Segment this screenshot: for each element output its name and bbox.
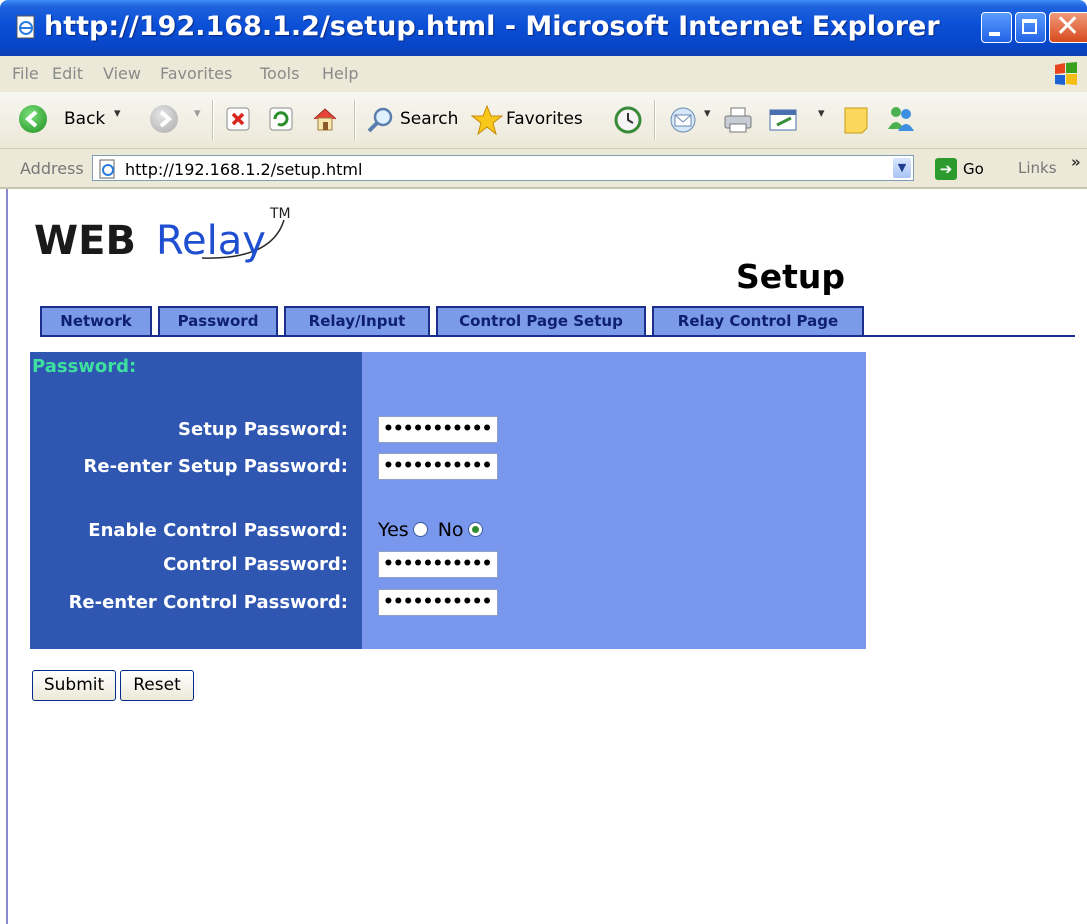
window-title: http://192.168.1.2/setup.html - Microsof… xyxy=(44,11,940,42)
go-label: Go xyxy=(963,160,984,178)
forward-dropdown-icon[interactable]: ▾ xyxy=(194,106,201,121)
history-icon[interactable] xyxy=(613,105,643,135)
enable-control-password-label: Enable Control Password: xyxy=(88,520,348,541)
back-button[interactable]: Back xyxy=(64,109,105,129)
close-button[interactable]: ✕ xyxy=(1049,9,1087,44)
forward-arrow-icon[interactable] xyxy=(150,105,178,133)
ie-page-icon xyxy=(16,15,35,39)
logo-relay-text: Relay xyxy=(156,218,266,264)
favorites-button[interactable]: Favorites xyxy=(506,109,583,129)
tab-relay-input[interactable]: Relay/Input xyxy=(284,306,430,336)
tab-control-page-setup[interactable]: Control Page Setup xyxy=(436,306,646,336)
yes-label: Yes xyxy=(378,519,409,541)
logo-web-text: WEB xyxy=(34,218,136,264)
minimize-button[interactable] xyxy=(981,12,1012,43)
page-content: WEB Relay TM Setup Network Password Rela… xyxy=(6,189,1087,924)
reenter-control-password-field[interactable]: ••••••••••• xyxy=(378,589,498,616)
form-labels-column: Password: Setup Password: Re-enter Setup… xyxy=(30,352,362,649)
browser-window: http://192.168.1.2/setup.html - Microsof… xyxy=(0,0,1087,924)
toolbar-separator xyxy=(654,100,656,140)
toolbar-separator xyxy=(354,100,356,140)
print-icon[interactable] xyxy=(722,105,754,135)
logo-tm-text: TM xyxy=(269,206,291,222)
address-dropdown-icon[interactable]: ▼ xyxy=(893,158,911,178)
tab-underline xyxy=(40,335,1075,337)
ie-page-icon xyxy=(99,159,115,179)
menu-view[interactable]: View xyxy=(103,64,141,83)
edit-dropdown-icon[interactable]: ▾ xyxy=(818,106,825,121)
menu-bar: File Edit View Favorites Tools Help xyxy=(0,56,1087,93)
page-title: Setup xyxy=(736,257,846,296)
edit-icon[interactable] xyxy=(768,106,800,134)
control-password-label: Control Password: xyxy=(163,554,348,575)
submit-button[interactable]: Submit xyxy=(32,670,116,701)
menu-tools[interactable]: Tools xyxy=(260,64,299,83)
address-url: http://192.168.1.2/setup.html xyxy=(125,160,363,179)
messenger-icon[interactable] xyxy=(885,103,917,135)
windows-logo-icon xyxy=(1055,62,1077,85)
reenter-setup-password-field[interactable]: ••••••••••• xyxy=(378,453,498,480)
reenter-control-password-label: Re-enter Control Password: xyxy=(68,592,348,613)
tab-relay-control-page[interactable]: Relay Control Page xyxy=(652,306,864,336)
search-button[interactable]: Search xyxy=(400,109,458,129)
back-arrow-icon[interactable] xyxy=(19,105,47,133)
address-bar: Address http://192.168.1.2/setup.html ▼ … xyxy=(0,149,1087,189)
links-label[interactable]: Links xyxy=(1018,159,1057,177)
reenter-setup-password-label: Re-enter Setup Password: xyxy=(83,456,349,477)
section-title: Password: xyxy=(32,356,137,377)
menu-help[interactable]: Help xyxy=(322,64,358,83)
enable-control-password-options: Yes No xyxy=(378,519,487,541)
back-dropdown-icon[interactable]: ▾ xyxy=(114,106,121,121)
close-icon: ✕ xyxy=(1055,9,1081,44)
search-icon[interactable] xyxy=(366,105,396,135)
password-form-panel: Password: Setup Password: Re-enter Setup… xyxy=(30,352,866,649)
reset-button[interactable]: Reset xyxy=(120,670,194,701)
go-button[interactable]: ➔ Go xyxy=(935,158,995,180)
title-bar[interactable]: http://192.168.1.2/setup.html - Microsof… xyxy=(0,0,1087,56)
control-password-field[interactable]: ••••••••••• xyxy=(378,551,498,578)
refresh-icon[interactable] xyxy=(268,106,294,132)
toolbar: Back ▾ ▾ Search Favorites ▾ ▾ xyxy=(0,92,1087,149)
no-radio[interactable] xyxy=(467,522,483,537)
stop-icon[interactable] xyxy=(225,106,251,132)
setup-password-field[interactable]: ••••••••••• xyxy=(378,416,498,443)
mail-icon[interactable] xyxy=(669,105,701,135)
links-chevron-icon[interactable]: » xyxy=(1071,153,1081,171)
mail-dropdown-icon[interactable]: ▾ xyxy=(704,106,711,121)
maximize-button[interactable] xyxy=(1015,12,1046,43)
menu-file[interactable]: File xyxy=(12,64,39,83)
discuss-icon[interactable] xyxy=(842,105,870,135)
favorites-star-icon[interactable] xyxy=(471,104,503,136)
toolbar-separator xyxy=(212,100,214,140)
home-icon[interactable] xyxy=(311,105,339,133)
yes-radio[interactable] xyxy=(412,522,428,537)
menu-edit[interactable]: Edit xyxy=(52,64,83,83)
no-label: No xyxy=(437,519,464,541)
menu-favorites[interactable]: Favorites xyxy=(160,64,232,83)
tab-network[interactable]: Network xyxy=(40,306,152,336)
webrelay-logo: WEB Relay TM xyxy=(34,206,291,264)
setup-password-label: Setup Password: xyxy=(178,419,348,440)
address-input[interactable]: http://192.168.1.2/setup.html ▼ xyxy=(92,155,914,181)
tab-password[interactable]: Password xyxy=(158,306,278,336)
go-arrow-icon: ➔ xyxy=(935,158,957,180)
address-label: Address xyxy=(20,159,84,178)
